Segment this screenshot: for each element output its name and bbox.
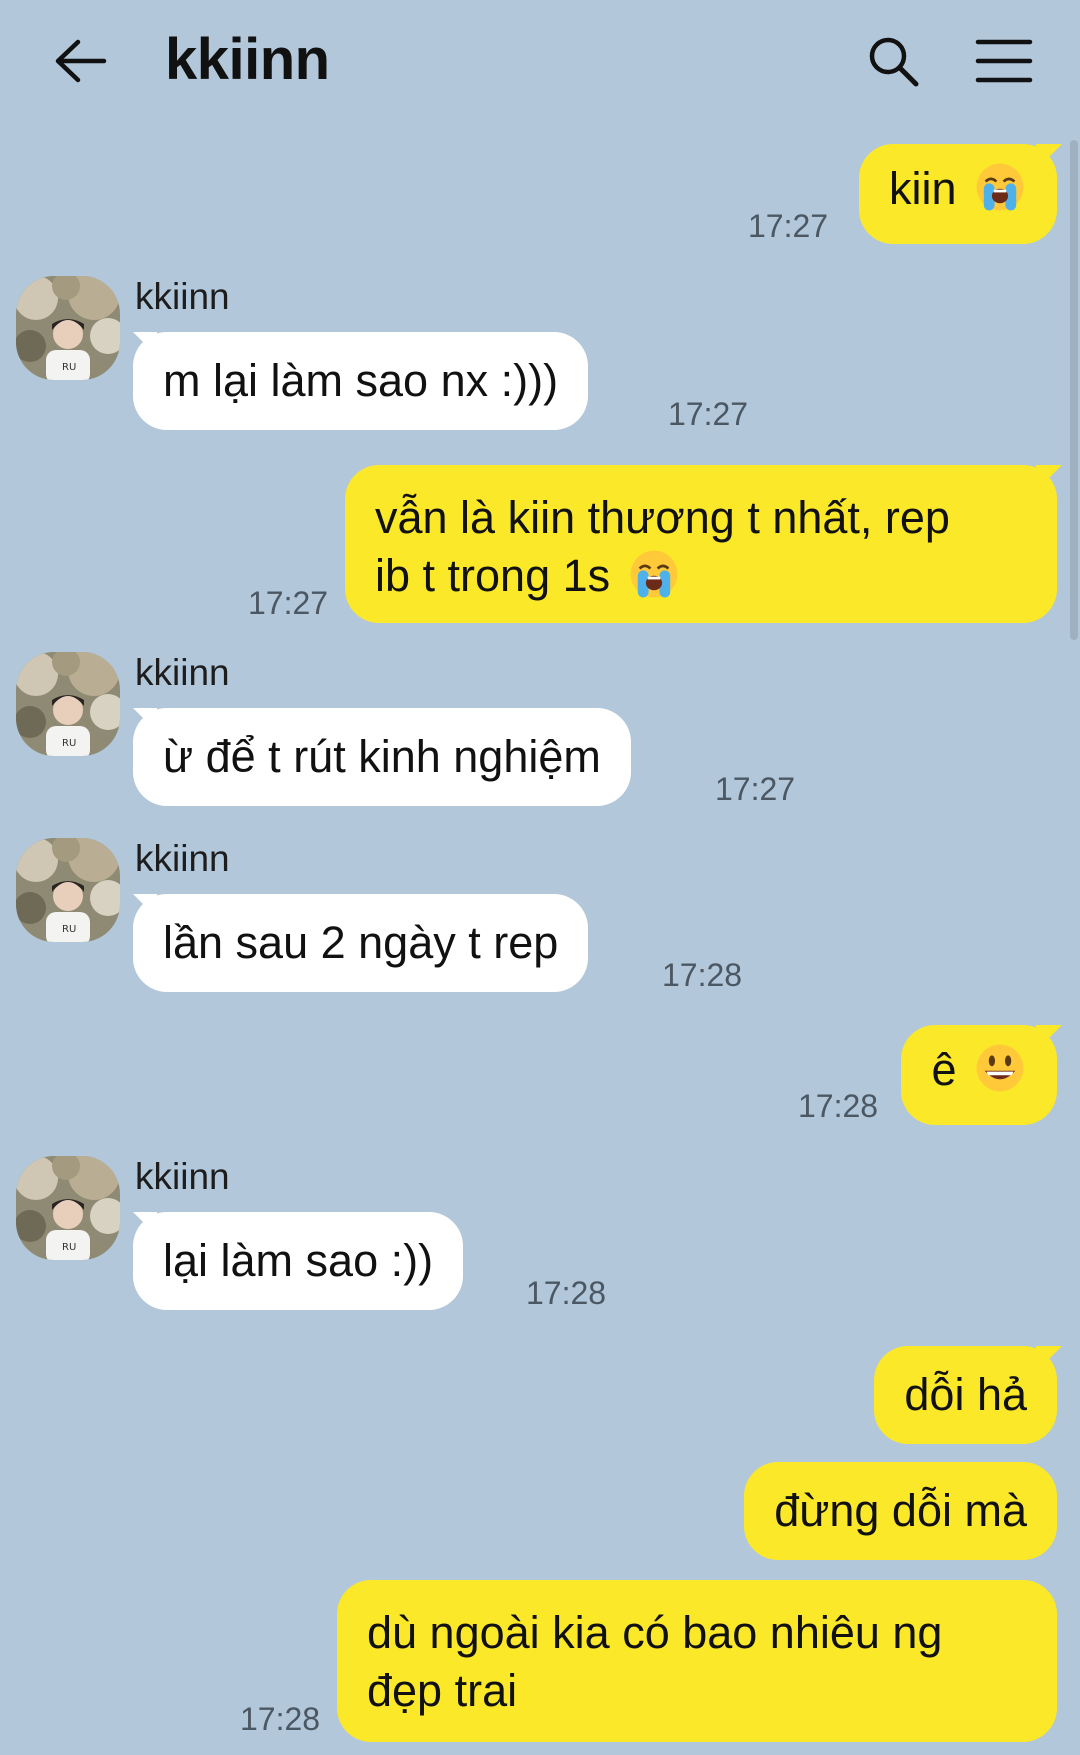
message-text: ê: [931, 1044, 957, 1095]
chat-header: kkiinn: [0, 0, 1080, 130]
sender-name: kkiinn: [135, 652, 230, 693]
message-time: 17:27: [668, 396, 749, 432]
avatar-image: [16, 276, 120, 380]
outgoing-message-bubble[interactable]: ê: [901, 1025, 1057, 1125]
arrow-left-icon: [55, 39, 107, 83]
avatar-image: [16, 652, 120, 756]
message-text: đừng dỗi mà: [774, 1485, 1027, 1536]
incoming-message-bubble[interactable]: ừ để t rút kinh nghiệm: [133, 708, 631, 806]
avatar-image: [16, 1156, 120, 1260]
message-time: 17:27: [748, 208, 829, 244]
search-button[interactable]: [866, 34, 920, 88]
avatar[interactable]: [16, 1156, 120, 1260]
avatar[interactable]: [16, 276, 120, 380]
hamburger-menu-icon: [975, 39, 1033, 83]
outgoing-message-bubble[interactable]: vẫn là kiin thương t nhất, rep ib t tron…: [345, 465, 1057, 623]
back-button[interactable]: [52, 36, 108, 86]
incoming-message-bubble[interactable]: lại làm sao :)): [133, 1212, 464, 1310]
message-text: ừ để t rút kinh nghiệm: [163, 731, 601, 782]
avatar[interactable]: [16, 652, 120, 756]
message-text-line: ib t trong 1s: [375, 550, 611, 601]
message-text: lần sau 2 ngày t rep: [163, 917, 559, 968]
scrollbar[interactable]: [1070, 140, 1078, 640]
message-text: lại làm sao :)): [163, 1235, 434, 1286]
loudly-crying-face-icon: [973, 160, 1027, 214]
chat-title: kkiinn: [165, 27, 330, 92]
message-text-line: vẫn là kiin thương t nhất, rep: [375, 492, 950, 543]
message-time: 17:28: [662, 957, 743, 993]
message-text: kiin: [888, 163, 957, 214]
avatar[interactable]: [16, 838, 120, 942]
incoming-message-bubble[interactable]: lần sau 2 ngày t rep: [133, 894, 589, 992]
outgoing-message-bubble[interactable]: dù ngoài kia có bao nhiêu ng đẹp trai: [337, 1580, 1057, 1742]
message-time: 17:28: [240, 1701, 321, 1737]
message-time: 17:28: [526, 1275, 607, 1311]
message-text: dỗi hả: [904, 1369, 1027, 1420]
sender-name: kkiinn: [135, 276, 230, 317]
avatar-image: [16, 838, 120, 942]
incoming-message-bubble[interactable]: m lại làm sao nx :))): [133, 332, 589, 430]
loudly-crying-face-icon: [627, 547, 681, 601]
message-time: 17:27: [715, 771, 796, 807]
sender-name: kkiinn: [135, 838, 230, 879]
message-time: 17:27: [248, 585, 329, 621]
outgoing-message-bubble[interactable]: đừng dỗi mà: [744, 1462, 1057, 1560]
message-text-line: dù ngoài kia có bao nhiêu ng: [367, 1607, 943, 1658]
outgoing-message-bubble[interactable]: dỗi hả: [874, 1346, 1057, 1444]
search-icon: [869, 37, 919, 87]
grinning-face-icon: [973, 1041, 1027, 1095]
sender-name: kkiinn: [135, 1156, 230, 1197]
outgoing-message-bubble[interactable]: kiin: [858, 144, 1057, 244]
menu-button[interactable]: [975, 38, 1033, 84]
message-text-line: đẹp trai: [367, 1665, 518, 1716]
message-text: m lại làm sao nx :))): [163, 355, 559, 406]
message-time: 17:28: [798, 1088, 879, 1124]
